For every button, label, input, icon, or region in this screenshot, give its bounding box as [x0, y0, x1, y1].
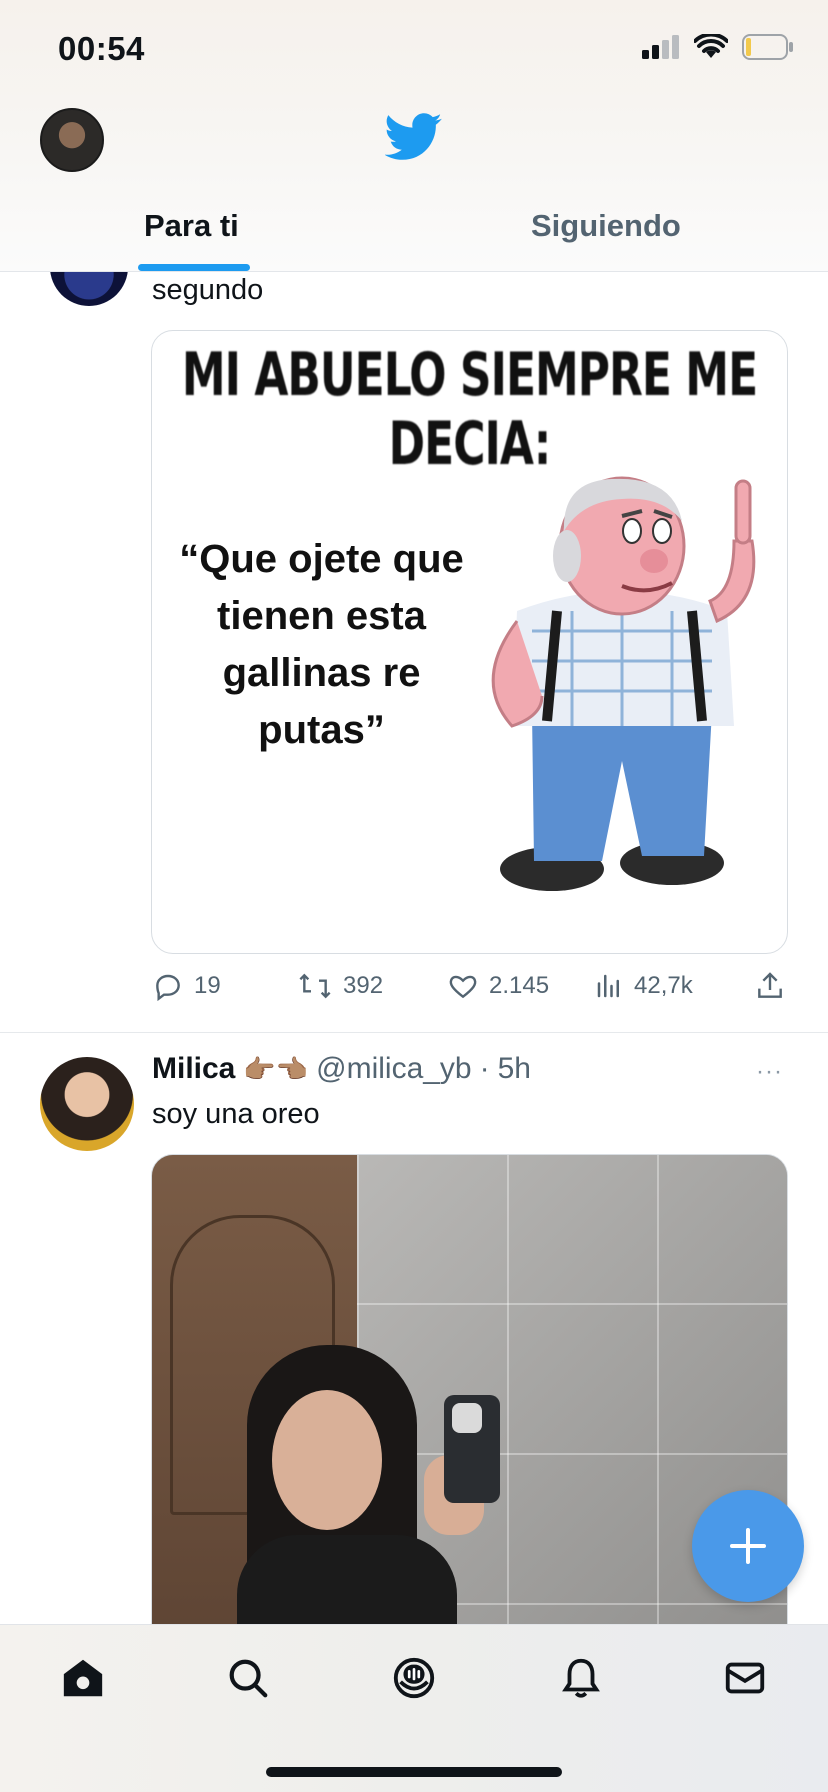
- cellular-signal-icon: [642, 35, 679, 59]
- feed-tabs: Para ti Siguiendo: [0, 200, 828, 272]
- meme-title: MI ABUELO SIEMPRE ME DECIA:: [181, 341, 758, 479]
- reply-icon: [156, 974, 180, 1002]
- tweet-divider: [0, 1032, 828, 1033]
- like-count: 2.145: [489, 972, 550, 999]
- wifi-icon: [694, 34, 728, 58]
- search-icon[interactable]: [225, 1655, 271, 1701]
- tweet-actions: 19 392 2.145 42,7k: [152, 970, 792, 1010]
- status-time: 00:54: [58, 30, 145, 67]
- like-button[interactable]: 2.145: [447, 970, 549, 1002]
- battery-icon: [742, 34, 793, 60]
- author-handle[interactable]: @milica_yb: [316, 1052, 472, 1086]
- compose-tweet-button[interactable]: [692, 1490, 804, 1602]
- timeline-feed[interactable]: segundo MI ABUELO SIEMPRE ME DECIA: “Que…: [0, 272, 828, 1624]
- retweet-count: 392: [343, 972, 384, 999]
- separator-dot: ·: [479, 1052, 490, 1085]
- author-name-emoji: 👉🏽👈🏽: [243, 1053, 309, 1084]
- views-button[interactable]: 42,7k: [594, 970, 693, 1002]
- messages-icon[interactable]: [722, 1655, 768, 1701]
- tweet-media-image[interactable]: MI ABUELO SIEMPRE ME DECIA: “Que ojete q…: [151, 330, 788, 954]
- tweet-timestamp[interactable]: 5h: [498, 1052, 531, 1086]
- spaces-icon[interactable]: [391, 1655, 437, 1701]
- reply-button[interactable]: 19: [152, 970, 221, 1002]
- tab-siguiendo[interactable]: Siguiendo: [531, 208, 681, 244]
- tweet-author-avatar[interactable]: [50, 272, 128, 306]
- status-icons: [642, 34, 794, 60]
- profile-avatar-button[interactable]: [40, 108, 104, 172]
- plus-icon: [730, 1528, 766, 1564]
- twitter-bird-icon: [385, 113, 442, 160]
- share-icon: [758, 972, 782, 998]
- share-button[interactable]: [754, 970, 786, 1002]
- retweet-icon: [299, 973, 331, 999]
- tweet-text: segundo: [152, 274, 264, 306]
- photo-phone: [444, 1395, 500, 1503]
- tweet-header: Milica 👉🏽👈🏽 @milica_yb · 5h: [152, 1052, 531, 1086]
- author-name[interactable]: Milica: [152, 1052, 235, 1086]
- active-tab-indicator: [138, 264, 250, 271]
- bottom-navigation: [0, 1624, 828, 1792]
- meme-quote: “Que ojete que tienen esta gallinas re p…: [179, 537, 464, 752]
- tweet-text: soy una oreo: [152, 1098, 320, 1130]
- more-options-icon[interactable]: ···: [756, 1058, 783, 1086]
- notifications-icon[interactable]: [558, 1655, 604, 1701]
- tab-para-ti[interactable]: Para ti: [144, 208, 239, 244]
- home-indicator[interactable]: [266, 1767, 562, 1777]
- view-count: 42,7k: [634, 972, 693, 999]
- grandpa-cartoon-illustration: [491, 476, 756, 891]
- tweet-author-avatar[interactable]: [40, 1057, 134, 1151]
- heart-icon: [449, 975, 477, 999]
- home-icon[interactable]: [60, 1655, 106, 1701]
- top-header: 00:54 Para ti Siguiendo: [0, 0, 828, 272]
- retweet-button[interactable]: 392: [297, 970, 383, 1002]
- reply-count: 19: [194, 972, 221, 999]
- views-chart-icon: [597, 974, 619, 998]
